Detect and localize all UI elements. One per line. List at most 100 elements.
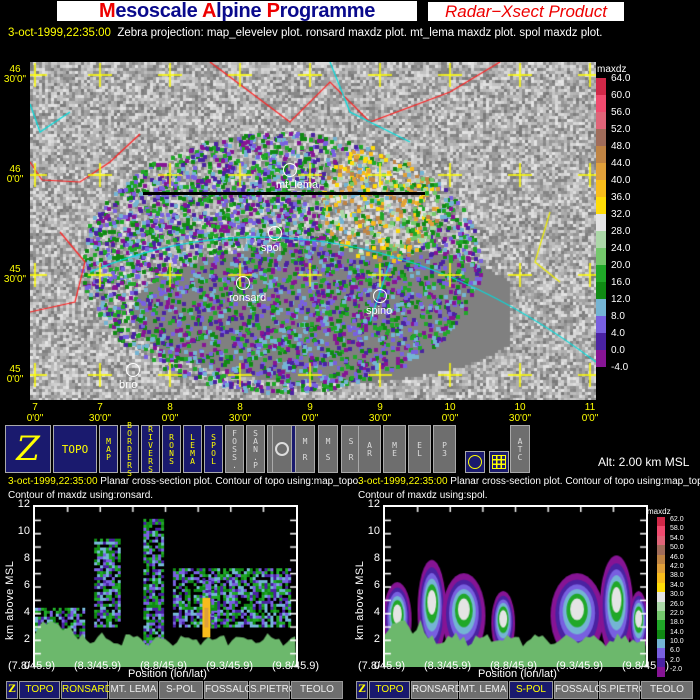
colorbar-swatch — [596, 350, 606, 367]
colorbar-label: 58.0 — [670, 525, 684, 533]
colorbar-level: -2.0 — [657, 666, 684, 677]
panel-button-spietro[interactable]: S.PIETRO — [249, 681, 297, 699]
lon-label: 8 30'0" — [220, 402, 260, 424]
toolbar-button-grid[interactable] — [489, 451, 509, 473]
colorbar-label: 4.0 — [611, 328, 625, 339]
panel-button-z[interactable]: Z — [356, 681, 368, 699]
colorbar-swatch — [657, 535, 665, 546]
panel-button-fossalon[interactable]: FOSSALON — [204, 681, 259, 699]
panel-contour-source: Contour of maxdz using:spol. — [358, 490, 488, 501]
toolbar-button-ms[interactable]: M S — [318, 425, 338, 473]
colorbar-swatch — [596, 163, 606, 180]
lon-min: 0'0" — [161, 413, 179, 424]
toolbar-button-range-ring[interactable] — [465, 451, 485, 473]
colorbar-swatch — [657, 629, 665, 640]
panel-button-ronsard[interactable]: RONSARD — [411, 681, 462, 699]
lon-min: 30'0" — [228, 413, 252, 424]
lon-label: 10 0'0" — [430, 402, 470, 424]
radar-station-marker[interactable] — [126, 363, 140, 377]
toolbar-button-ar[interactable]: AR — [358, 425, 381, 473]
toolbar-button-rons[interactable]: RONS — [162, 425, 181, 473]
colorbar-swatch — [657, 657, 665, 668]
panel-button-topo[interactable]: TOPO — [369, 681, 410, 699]
colorbar-swatch — [596, 78, 606, 95]
panel-timestamp: 3-oct-1999,22:35:00 — [8, 476, 98, 487]
colorbar-swatch — [657, 526, 665, 536]
panel-button-teolo[interactable]: TEOLO — [291, 681, 343, 699]
panel-button-ronsard[interactable]: RONSARD — [61, 681, 112, 699]
panel-button-topo[interactable]: TOPO — [19, 681, 60, 699]
toolbar-button-label: MAP — [104, 437, 113, 461]
toolbar-button-topo[interactable]: TOPO — [53, 425, 97, 473]
toolbar-button-lema[interactable]: LEMA — [183, 425, 202, 473]
colorbar-label: 46.0 — [670, 553, 684, 561]
panel-info-line1: 3-oct-1999,22:35:00 Planar cross-section… — [8, 475, 361, 489]
colorbar-label: 20.0 — [611, 260, 631, 271]
colorbar-label: 44.0 — [611, 158, 631, 169]
colorbar-label: 6.0 — [670, 647, 680, 655]
toolbar-button-mr[interactable]: M R — [295, 425, 315, 473]
panel-button-spol[interactable]: S-POL — [159, 681, 203, 699]
radar-map[interactable] — [30, 62, 596, 400]
toolbar-button-p3[interactable]: P3 — [433, 425, 456, 473]
panel-button-spietro[interactable]: S.PIETRO — [599, 681, 647, 699]
radar-station-marker[interactable] — [236, 276, 250, 290]
grid-icon — [492, 455, 506, 469]
lon-min: 30'0" — [368, 413, 392, 424]
toolbar-button-atc[interactable]: ATC — [510, 425, 530, 473]
cross-section-plot[interactable] — [33, 505, 298, 667]
lon-label: 11 0'0" — [570, 402, 610, 424]
timestamp: 3-oct-1999,22:35:00 — [8, 27, 111, 39]
toolbar-button-foss[interactable]: FOSS. — [225, 425, 244, 473]
colorbar-swatch — [596, 316, 606, 333]
toolbar-button-el[interactable]: EL — [408, 425, 431, 473]
title-part: rogramme — [279, 0, 376, 22]
lat-min: 30'0" — [3, 74, 27, 85]
y-axis-label: km above MSL — [4, 560, 16, 640]
x-tick-label: (8.3/45.9) — [424, 660, 472, 672]
panel-button-mtlema[interactable]: MT. LEMA — [109, 681, 158, 699]
colorbar-label: 2.0 — [670, 656, 680, 664]
panel-button-spol[interactable]: S-POL — [509, 681, 553, 699]
colorbar-swatch — [596, 95, 606, 112]
colorbar-swatch — [596, 112, 606, 129]
toolbar-button-map[interactable]: MAP — [99, 425, 118, 473]
plot-description: Zebra projection: map_elevelev plot. ron… — [117, 27, 603, 39]
toolbar-button-label: Z — [16, 428, 40, 469]
cross-section-plot[interactable] — [383, 505, 648, 667]
toolbar-button-z[interactable]: Z — [5, 425, 51, 473]
x-tick-label: (7.8/45.9) — [358, 660, 406, 672]
colorbar-label: 22.0 — [670, 609, 684, 617]
colorbar-label: 28.0 — [611, 226, 631, 237]
toolbar-button-label: SPOL — [209, 433, 218, 465]
colorbar-label: 38.0 — [670, 572, 684, 580]
toolbar-button-rivers[interactable]: RIVERS — [141, 425, 160, 473]
colorbar-label: 12.0 — [611, 294, 631, 305]
lon-min: 0'0" — [441, 413, 459, 424]
toolbar-button-me[interactable]: ME — [383, 425, 406, 473]
colorbar-label: 54.0 — [670, 534, 684, 542]
toolbar-button-borders[interactable]: BORDERS — [120, 421, 139, 477]
toolbar-button-sanp[interactable]: SAN.P — [246, 425, 265, 473]
panel-button-teolo[interactable]: TEOLO — [641, 681, 693, 699]
panel-button-z[interactable]: Z — [6, 681, 18, 699]
toolbar-button-radar-rings[interactable] — [272, 425, 292, 473]
toolbar-button-label: S R — [346, 437, 356, 461]
y-tick-label: 6 — [23, 579, 30, 591]
radar-station-marker[interactable] — [373, 289, 387, 303]
radar-station-label: ronsard — [229, 292, 267, 304]
panel-button-mtlema[interactable]: MT. LEMA — [459, 681, 508, 699]
toolbar-button-spol[interactable]: SPOL — [204, 425, 223, 473]
radar-station-marker[interactable] — [283, 163, 297, 177]
lat-label: 46 0'0" — [0, 165, 30, 185]
panel-button-fossalon[interactable]: FOSSALON — [554, 681, 609, 699]
plot-info: 3-oct-1999,22:35:00 Zebra projection: ma… — [8, 27, 603, 39]
cross-section-line[interactable] — [143, 192, 425, 195]
radar-station-label: spol — [261, 242, 282, 254]
panel-description: Planar cross-section plot. Contour of to… — [100, 476, 361, 487]
lon-deg: 10 — [514, 402, 526, 413]
colorbar-swatch — [596, 299, 606, 316]
title-part: esoscale — [115, 0, 202, 22]
radar-station-marker[interactable] — [268, 226, 282, 240]
toolbar-button-label: AR — [365, 441, 374, 457]
